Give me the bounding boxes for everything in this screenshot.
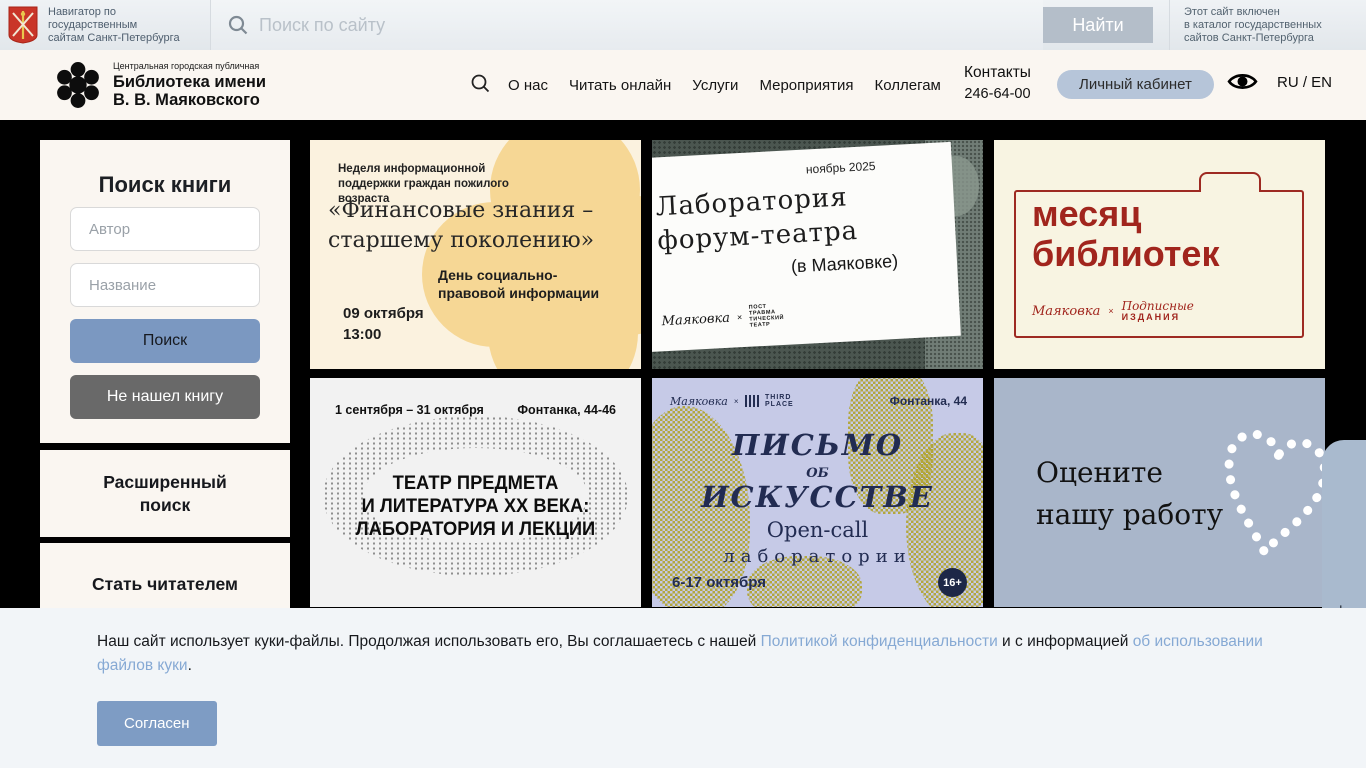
nav-item-colleagues[interactable]: Коллегам: [874, 77, 940, 94]
gov-topbar: Навигатор по государственным сайтам Санк…: [0, 0, 1366, 50]
author-field[interactable]: [70, 207, 260, 251]
become-reader-label: Стать читателем: [85, 573, 245, 596]
coat-of-arms-icon: [8, 6, 38, 44]
nav-item-read-online[interactable]: Читать онлайн: [569, 77, 671, 94]
heart-icon: [1202, 406, 1325, 581]
third-place-bars-icon: [745, 395, 760, 407]
banner-subtitle: День социально-правовой информации: [438, 266, 623, 302]
language-switcher[interactable]: RU / EN: [1277, 74, 1332, 91]
partner-logos: Маяковка × THIRD PLACE: [670, 394, 794, 408]
nav-item-contacts[interactable]: Контакты: [964, 64, 1031, 82]
nav-item-about[interactable]: О нас: [508, 77, 548, 94]
cookie-banner: Наш сайт использует куки-файлы. Продолжа…: [0, 608, 1366, 768]
nav-item-events[interactable]: Мероприятия: [759, 77, 853, 94]
banner-subtitle: (в Маяковке): [790, 251, 898, 278]
nav-item-services[interactable]: Услуги: [692, 77, 738, 94]
partner-logos: Маяковка × ПОСТ ТРАВМА ТИЧЕСКИЙ ТЕАТР: [661, 303, 785, 333]
site-search-input[interactable]: [259, 15, 1043, 36]
cookie-text: Наш сайт использует куки-файлы. Продолжа…: [97, 630, 1267, 678]
account-button[interactable]: Личный кабинет: [1057, 70, 1214, 99]
gov-navigator-brand[interactable]: Навигатор по государственным сайтам Санк…: [0, 0, 210, 50]
library-logo-text: Центральная городская публичная Библиоте…: [113, 61, 266, 109]
age-badge: 16+: [938, 568, 967, 597]
book-search-button[interactable]: Поиск: [70, 319, 260, 363]
banner-time: 13:00: [343, 326, 381, 343]
library-logo[interactable]: Центральная городская публичная Библиоте…: [52, 59, 266, 111]
banner-title: Лаборатория форум-театра: [655, 180, 859, 258]
advanced-search-label: Расширенный поиск: [85, 471, 245, 517]
find-button[interactable]: Найти: [1043, 7, 1153, 43]
banner-date: 1 сентября – 31 октября: [335, 403, 484, 417]
banner-rate-our-work[interactable]: Оцените нашу работу: [994, 378, 1325, 607]
banner-library-month[interactable]: месяц библиотек Маяковка × Подписные ИЗД…: [994, 140, 1325, 369]
accessibility-eye-icon[interactable]: [1227, 70, 1258, 98]
banner-title: ТЕАТР ПРЕДМЕТА И ЛИТЕРАТУРА XX ВЕКА: ЛАБ…: [320, 472, 631, 541]
banner-subtitle: Open-call: [652, 518, 983, 542]
book-not-found-button[interactable]: Не нашел книгу: [70, 375, 260, 419]
banner-date: 6-17 октября: [672, 574, 766, 591]
banner-date: 09 октября: [343, 305, 424, 322]
privacy-policy-link[interactable]: Политикой конфиденциальности: [761, 633, 998, 650]
banner-subtitle: лаборатории: [652, 546, 983, 567]
banner-letter-about-art[interactable]: Маяковка × THIRD PLACE Фонтанка, 44 ПИСЬ…: [652, 378, 983, 607]
library-logo-icon: [52, 59, 104, 111]
banner-object-theatre[interactable]: 1 сентября – 31 октября Фонтанка, 44-46 …: [310, 378, 641, 607]
book-title-field[interactable]: [70, 263, 260, 307]
gov-navigator-label: Навигатор по государственным сайтам Санк…: [48, 6, 180, 45]
banner-title: месяц библиотек: [1032, 194, 1219, 274]
contacts-block: Контакты 246-64-00: [964, 64, 1031, 102]
third-place-logo: THIRD PLACE: [765, 394, 794, 408]
search-icon: [227, 14, 249, 36]
podpisnie-izdaniya-logo: Подписные ИЗДАНИЯ: [1122, 300, 1194, 322]
advanced-search-card[interactable]: Расширенный поиск: [40, 450, 290, 537]
site-search-area: [211, 0, 1043, 50]
book-search-title: Поиск книги: [40, 172, 290, 198]
main-header: Центральная городская публичная Библиоте…: [0, 50, 1366, 120]
folder-tab-shape: [1199, 172, 1261, 192]
header-search-button[interactable]: [470, 73, 491, 99]
banner-panel: ноябрь 2025 Лаборатория форум-театра (в …: [652, 142, 961, 352]
banner-title: ИСКУССТВЕ: [652, 480, 983, 514]
partner-logos: Маяковка × Подписные ИЗДАНИЯ: [1032, 300, 1194, 322]
banner-date: ноябрь 2025: [806, 159, 876, 177]
post-traumatic-theatre-logo: ПОСТ ТРАВМА ТИЧЕСКИЙ ТЕАТР: [749, 303, 785, 329]
phone-number[interactable]: 246-64-00: [964, 86, 1031, 102]
banner-place: Фонтанка, 44-46: [517, 403, 616, 417]
banner-financial-literacy[interactable]: Неделя информационной поддержки граждан …: [310, 140, 641, 369]
banner-title: «Финансовые знания – старшему поколению»: [328, 196, 594, 256]
main-nav: О нас Читать онлайн Услуги Мероприятия К…: [508, 50, 941, 120]
book-search-card: Поиск книги Поиск Не нашел книгу: [40, 140, 290, 443]
banner-title: ПИСЬМО: [652, 428, 983, 462]
banner-forum-theatre-lab[interactable]: ноябрь 2025 Лаборатория форум-театра (в …: [652, 140, 983, 369]
banner-title: Оцените нашу работу: [1036, 452, 1223, 536]
banner-place: Фонтанка, 44: [890, 394, 967, 408]
cookie-accept-button[interactable]: Согласен: [97, 701, 217, 746]
gov-catalog-note: Этот сайт включен в каталог государствен…: [1170, 6, 1366, 45]
banner-title: ОБ: [652, 466, 983, 481]
search-icon: [470, 73, 491, 94]
page: Навигатор по государственным сайтам Санк…: [0, 0, 1366, 768]
